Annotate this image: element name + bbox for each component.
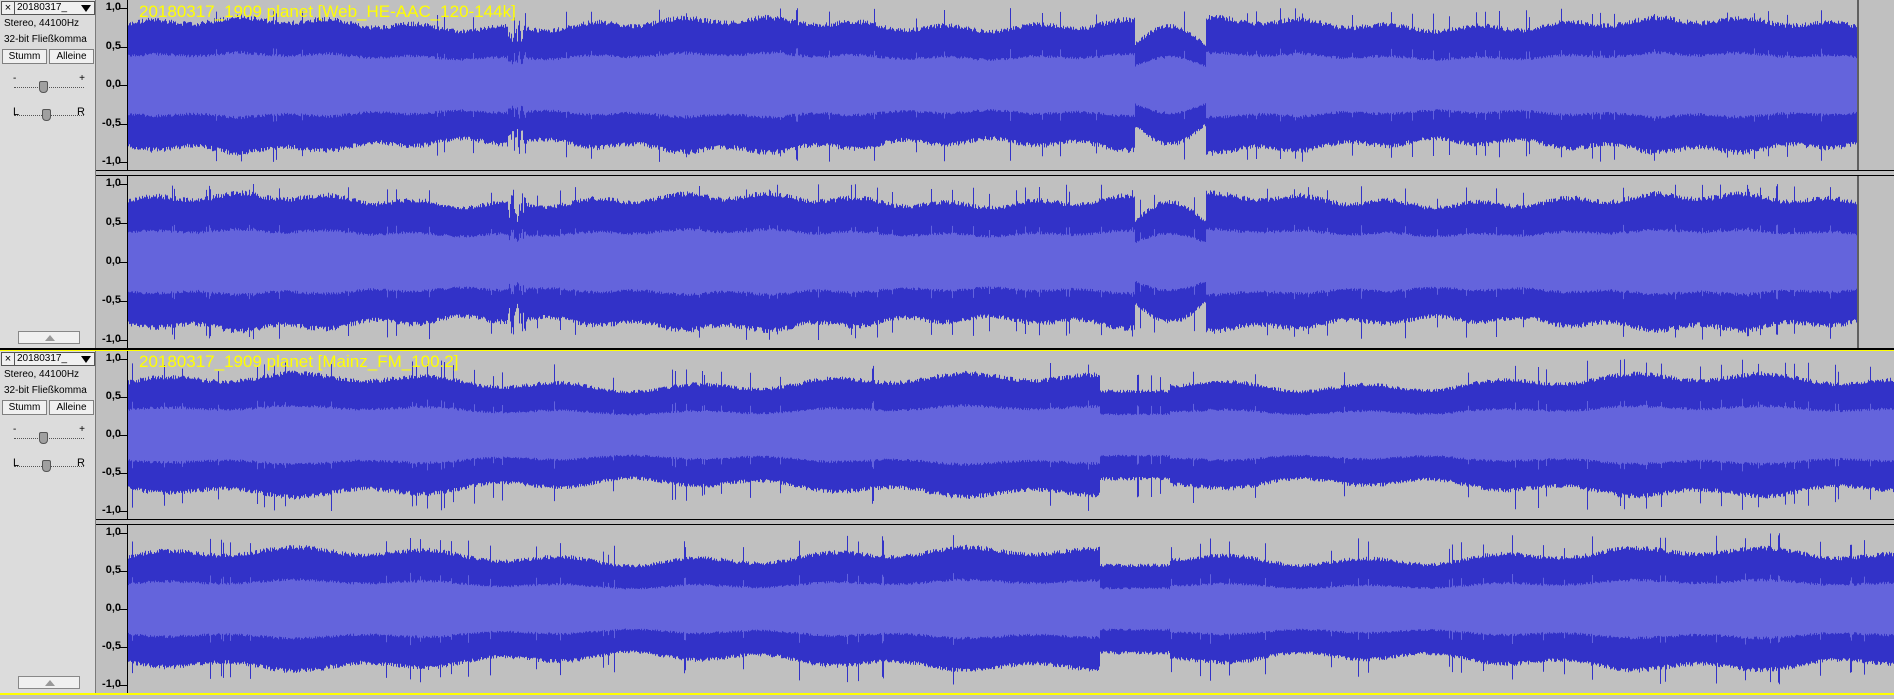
ruler-tick-label: -0,5 [102,640,121,652]
pan-right-label: R [77,106,85,118]
ruler-tick-label: -1,0 [102,678,121,690]
track-control-panel: × 20180317_ Stereo, 44100Hz 32-bit Fließ… [0,351,96,693]
ruler-tick-label: -1,0 [102,333,121,345]
vertical-ruler-left: 1,0 0,5 0,0 -0,5 -1,0 [96,0,128,170]
ruler-tick-label: -1,0 [102,155,121,167]
ruler-tick-label: 0,0 [105,428,121,440]
pan-left-label: L [13,457,20,469]
waveform-rms [128,48,1857,122]
track-name-menu-button[interactable]: 20180317_ [15,1,95,15]
sample-rate-label: Stereo, 44100Hz [4,369,80,380]
gain-plus-label: + [79,424,85,435]
vertical-ruler-right: 1,0 0,5 0,0 -0,5 -1,0 [96,176,128,348]
collapse-track-button[interactable] [18,331,80,344]
sample-format-label: 32-bit Fließkomma [4,34,87,45]
ruler-tick-label: 0,5 [105,390,121,402]
waveform-channel-right[interactable] [128,525,1894,693]
chevron-down-icon [81,5,91,12]
audio-track-2[interactable]: × 20180317_ Stereo, 44100Hz 32-bit Fließ… [0,350,1894,695]
ruler-tick-label: 1,0 [105,526,121,538]
solo-button[interactable]: Alleine [49,49,94,64]
gain-plus-label: + [79,73,85,84]
solo-button[interactable]: Alleine [49,400,94,415]
collapse-up-icon [45,680,55,686]
collapse-up-icon [45,335,55,341]
gain-slider-thumb[interactable] [39,432,48,444]
gain-minus-label: - [13,424,17,435]
ruler-tick-label: 1,0 [105,352,121,364]
mute-button[interactable]: Stumm [2,49,47,64]
waveform-rms [128,572,1894,646]
gain-slider[interactable]: - + [13,424,85,445]
pan-slider[interactable]: L R [13,457,85,473]
track-control-panel: × 20180317_ Stereo, 44100Hz 32-bit Fließ… [0,0,96,348]
ruler-tick-label: 0,0 [105,78,121,90]
track-name-label: 20180317_ [17,353,68,364]
track-title: 20180317_1909 planet [Mainz_FM_100.2] [139,352,459,371]
gain-minus-label: - [13,73,17,84]
collapse-track-button[interactable] [18,676,80,689]
vertical-ruler-left: 1,0 0,5 0,0 -0,5 -1,0 [96,351,128,519]
close-icon[interactable]: × [1,1,15,15]
waveform-channel-left[interactable] [128,0,1894,170]
chevron-down-icon [81,356,91,363]
sample-rate-label: Stereo, 44100Hz [4,18,80,29]
ruler-tick-label: -0,5 [102,116,121,129]
waveform-channel-right[interactable] [128,176,1894,348]
ruler-tick-label: -1,0 [102,504,121,516]
track-name-label: 20180317_ [17,2,68,13]
ruler-tick-label: 1,0 [105,177,121,189]
pan-right-label: R [77,457,85,469]
sample-format-label: 32-bit Fließkomma [4,385,87,396]
ruler-tick-label: 0,5 [105,39,121,52]
ruler-tick-label: -0,5 [102,466,121,478]
track-title: 20180317_1909 planet [Web_HE-AAC_120-144… [139,2,516,21]
pan-slider-thumb[interactable] [42,109,51,121]
ruler-tick-label: 0,0 [105,255,121,267]
close-icon[interactable]: × [1,352,15,366]
gain-slider-thumb[interactable] [39,81,48,93]
ruler-tick-label: 0,5 [105,216,121,228]
pan-slider[interactable]: L R [13,106,85,122]
ruler-tick-label: 0,5 [105,564,121,576]
mute-button[interactable]: Stumm [2,400,47,415]
track-name-menu-button[interactable]: 20180317_ [15,352,95,366]
gain-slider[interactable]: - + [13,73,85,94]
waveform-channel-left[interactable] [128,351,1894,519]
ruler-tick-label: 0,0 [105,602,121,614]
pan-left-label: L [13,106,20,118]
ruler-tick-label: 1,0 [105,1,121,13]
vertical-ruler-right: 1,0 0,5 0,0 -0,5 -1,0 [96,525,128,693]
audio-track-1[interactable]: × 20180317_ Stereo, 44100Hz 32-bit Fließ… [0,0,1894,350]
waveform-rms [128,224,1857,300]
waveform-rms [128,398,1894,472]
ruler-tick-label: -0,5 [102,294,121,306]
pan-slider-thumb[interactable] [42,460,51,472]
